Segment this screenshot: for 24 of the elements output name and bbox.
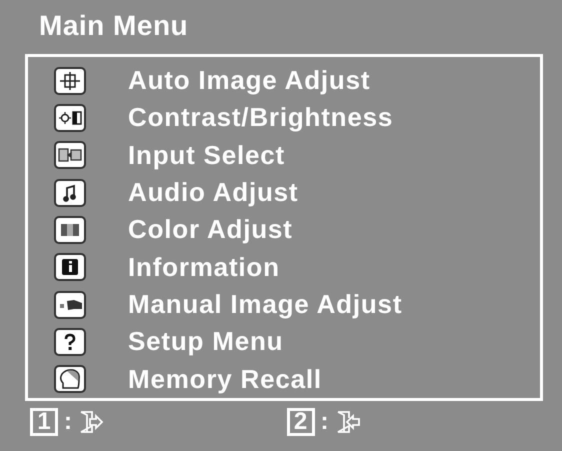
key-number: 1 [30, 408, 58, 436]
menu-item[interactable]: Auto Image Adjust [128, 65, 370, 96]
menu-title: Main Menu [38, 9, 190, 43]
menu-item[interactable]: Information [128, 252, 280, 283]
menu-item[interactable]: Contrast/Brightness [128, 102, 394, 134]
menu-item[interactable]: Setup Menu [128, 326, 284, 358]
menu-item[interactable]: Color Adjust [128, 214, 293, 246]
key-separator: : [64, 408, 72, 436]
menu-item[interactable]: Memory Recall [128, 364, 322, 395]
color-bars-icon [54, 216, 86, 244]
input-panels-icon [54, 141, 86, 170]
question-icon [54, 328, 86, 356]
info-icon [54, 253, 86, 282]
sun-contrast-icon [54, 104, 86, 132]
menu-item[interactable]: Input Select [128, 140, 285, 171]
music-note-icon [54, 178, 86, 207]
move-arrows-icon [54, 66, 86, 95]
enter-icon [334, 410, 360, 434]
head-icon [54, 365, 86, 394]
exit-icon [78, 410, 104, 434]
key-separator: : [320, 408, 328, 436]
menu-item[interactable]: Manual Image Adjust [128, 289, 402, 320]
menu-item[interactable]: Audio Adjust [128, 177, 298, 208]
key-number: 2 [286, 408, 314, 436]
